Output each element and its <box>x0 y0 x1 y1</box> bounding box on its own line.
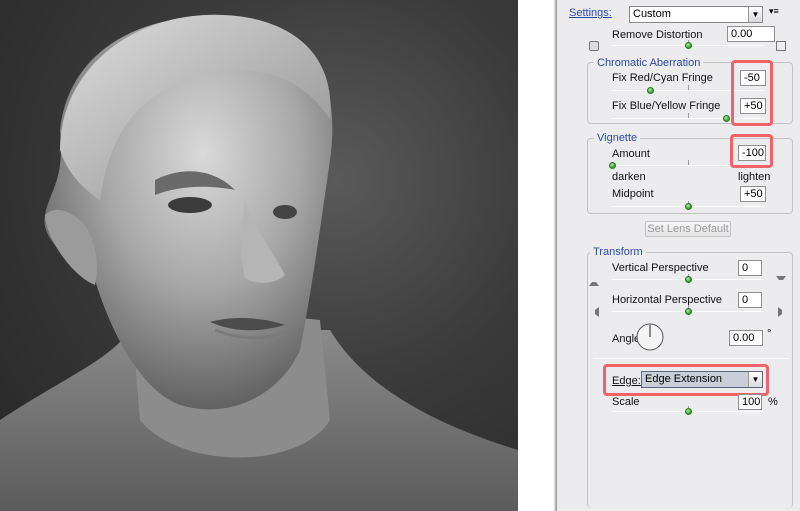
set-lens-default-button[interactable]: Set Lens Default <box>645 221 731 237</box>
fix-blue-yellow-label: Fix Blue/Yellow Fringe <box>612 100 721 112</box>
barrel-distortion-icon <box>589 41 599 51</box>
darken-label: darken <box>612 171 646 183</box>
lighten-label: lighten <box>738 171 771 183</box>
settings-select[interactable]: Custom ▼ <box>629 6 763 23</box>
amount-label: Amount <box>612 148 650 160</box>
vignette-title: Vignette <box>594 132 641 144</box>
vignette-amount-highlight <box>730 134 773 168</box>
settings-label: Settings: <box>569 7 612 19</box>
vertical-perspective-down-icon <box>589 276 599 286</box>
scale-input[interactable]: 100 <box>738 394 762 410</box>
slider-thumb[interactable] <box>685 42 692 49</box>
panel-gutter <box>518 0 556 511</box>
slider-center-tick <box>688 113 689 118</box>
vertical-perspective-up-icon <box>776 276 786 286</box>
sculpted-head-image <box>0 14 518 511</box>
edge-highlight <box>603 364 769 396</box>
scale-unit: % <box>768 396 778 408</box>
horizontal-perspective-left-icon <box>589 307 599 317</box>
horizontal-perspective-label: Horizontal Perspective <box>612 294 723 306</box>
lens-correction-panel: Settings: Custom ▼ ▾≡ Remove Distortion … <box>556 0 800 511</box>
transform-title: Transform <box>590 246 646 258</box>
settings-menu-icon[interactable]: ▾≡ <box>769 6 779 17</box>
horizontal-perspective-right-icon <box>778 307 788 317</box>
slider-thumb[interactable] <box>685 203 692 210</box>
midpoint-input[interactable]: +50 <box>740 186 766 202</box>
slider-thumb[interactable] <box>685 408 692 415</box>
horizontal-perspective-input[interactable]: 0 <box>738 292 762 308</box>
slider-thumb[interactable] <box>609 162 616 169</box>
pincushion-distortion-icon <box>776 41 786 51</box>
vertical-perspective-label: Vertical Perspective <box>612 262 709 274</box>
slider-center-tick <box>688 85 689 90</box>
scale-label: Scale <box>612 396 640 408</box>
chromatic-aberration-title: Chromatic Aberration <box>594 57 704 69</box>
settings-value: Custom <box>633 8 671 20</box>
remove-distortion-input[interactable]: 0.00 <box>727 26 775 42</box>
slider-thumb[interactable] <box>685 308 692 315</box>
chevron-down-icon[interactable]: ▼ <box>748 7 762 22</box>
angle-unit: ° <box>767 328 772 340</box>
transform-divider <box>593 358 789 359</box>
slider-thumb[interactable] <box>685 276 692 283</box>
angle-dial-icon[interactable] <box>635 322 665 352</box>
chromatic-highlight <box>731 60 773 126</box>
slider-thumb[interactable] <box>647 87 654 94</box>
slider-thumb[interactable] <box>723 115 730 122</box>
image-preview[interactable] <box>0 0 518 511</box>
fix-red-cyan-label: Fix Red/Cyan Fringe <box>612 72 713 84</box>
angle-input[interactable]: 0.00 <box>729 330 763 346</box>
slider-center-tick <box>688 160 689 165</box>
midpoint-label: Midpoint <box>612 188 654 200</box>
vertical-perspective-input[interactable]: 0 <box>738 260 762 276</box>
